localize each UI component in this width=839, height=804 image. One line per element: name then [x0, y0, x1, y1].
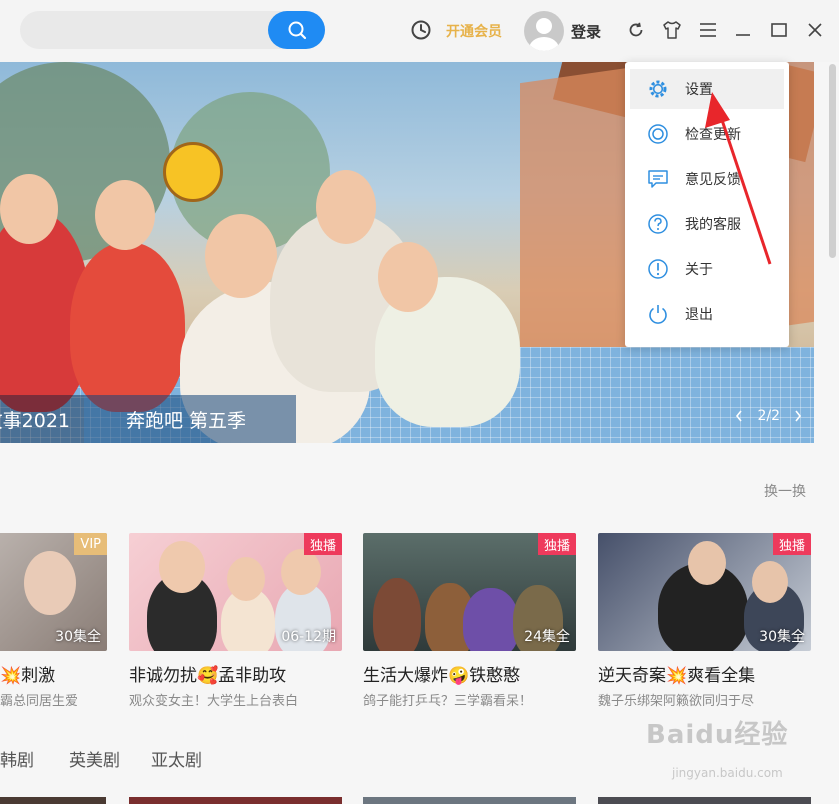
exclusive-badge: 独播	[537, 533, 576, 555]
banner-caption-prev[interactable]: 故事2021	[0, 395, 84, 443]
exclusive-badge: 独播	[303, 533, 342, 555]
banner-page-indicator: 2/2	[757, 408, 780, 424]
banner-pager: 2/2	[735, 408, 802, 424]
minimize-icon	[736, 34, 750, 36]
update-icon	[646, 122, 670, 146]
maximize-button[interactable]	[767, 18, 791, 42]
video-subtitle: 观众变女主！大学生上台表白	[129, 694, 299, 709]
menu-item-customer-service[interactable]: 我的客服	[630, 204, 784, 244]
feedback-icon	[646, 167, 670, 191]
close-icon	[808, 23, 822, 37]
cast-member-head	[205, 214, 277, 298]
episode-count: 24集全	[524, 629, 570, 645]
login-link[interactable]: 登录	[571, 21, 601, 42]
video-thumbnail-partial[interactable]	[129, 797, 342, 804]
menu-item-label: 退出	[685, 307, 713, 323]
refresh-icon	[629, 22, 643, 37]
info-icon	[646, 257, 670, 281]
top-bar: 开通会员 登录	[0, 0, 839, 62]
video-thumbnail[interactable]: 独播 06-12期	[129, 533, 342, 651]
menu-item-settings[interactable]: 设置	[630, 69, 784, 109]
menu-item-exit[interactable]: 退出	[630, 294, 784, 334]
episode-count: 30集全	[55, 629, 101, 645]
thumbnail-person	[373, 578, 421, 651]
video-card[interactable]: 独播 06-12期 非诚勿扰🥰孟非助攻 观众变女主！大学生上台表白	[129, 533, 342, 709]
menu-item-check-update[interactable]: 检查更新	[630, 114, 784, 154]
hamburger-icon	[700, 23, 716, 37]
video-card[interactable]: 独播 30集全 逆天奇案💥爽看全集 魏子乐绑架阿籁欲同归于尽	[598, 533, 811, 709]
gear-icon	[646, 77, 670, 101]
banner-caption-current[interactable]: 奔跑吧 第五季	[84, 395, 296, 443]
video-title[interactable]: 💥刺激	[0, 661, 107, 686]
cast-member-head	[378, 242, 438, 312]
menu-item-label: 设置	[685, 82, 713, 98]
minimize-button[interactable]	[731, 18, 755, 42]
thumbnail-person	[24, 551, 76, 615]
chevron-left-icon[interactable]	[735, 410, 743, 422]
menu-item-label: 意见反馈	[685, 172, 741, 188]
scrollbar-thumb[interactable]	[829, 64, 836, 258]
search-input[interactable]	[20, 11, 325, 49]
close-button[interactable]	[803, 18, 827, 42]
video-subtitle: 鸽子能打乒乓？三学霸看呆！	[363, 694, 533, 709]
app-window: 开通会员 登录 事2021 奔跑吧 第五季 2/2 换一换 VIP 30集全 💥…	[0, 0, 839, 804]
video-card[interactable]: VIP 30集全 💥刺激 霸总同居生爱	[0, 533, 107, 709]
cast-member-head	[0, 174, 58, 244]
menu-item-feedback[interactable]: 意见反馈	[630, 159, 784, 199]
cast-member-head	[316, 170, 376, 244]
video-card[interactable]: 独播 24集全 生活大爆炸🤪铁憨憨 鸽子能打乒乓？三学霸看呆！	[363, 533, 576, 709]
category-tab-jp-kr[interactable]: 日韩剧	[0, 746, 34, 771]
chevron-right-icon[interactable]	[794, 410, 802, 422]
video-thumbnail[interactable]: VIP 30集全	[0, 533, 107, 651]
video-title[interactable]: 逆天奇案💥爽看全集	[598, 661, 811, 686]
menu-button[interactable]	[696, 18, 720, 42]
search-button[interactable]	[268, 11, 325, 49]
video-title[interactable]: 非诚勿扰🥰孟非助攻	[129, 661, 342, 686]
video-subtitle: 霸总同居生爱	[0, 694, 79, 709]
thumbnail-person-head	[159, 541, 205, 593]
thumbnail-person-head	[688, 541, 726, 585]
cast-member	[70, 242, 185, 412]
menu-item-about[interactable]: 关于	[630, 249, 784, 289]
thumbnail-person-head	[227, 557, 265, 601]
sun-sticker	[163, 142, 223, 202]
menu-item-label: 关于	[685, 262, 713, 278]
open-vip-link[interactable]: 开通会员	[446, 21, 502, 41]
category-tab-us-uk[interactable]: 英美剧	[69, 746, 120, 771]
episode-count: 06-12期	[281, 629, 336, 645]
shirt-icon	[663, 21, 681, 39]
power-icon	[646, 302, 670, 326]
video-subtitle: 魏子乐绑架阿籁欲同归于尽	[598, 694, 755, 709]
user-icon	[529, 18, 559, 51]
video-thumbnail-partial[interactable]	[0, 797, 106, 804]
menu-item-label: 检查更新	[685, 127, 741, 143]
maximize-icon	[771, 23, 787, 37]
refresh-button[interactable]	[624, 18, 648, 42]
menu-item-label: 我的客服	[685, 217, 741, 233]
category-tab-asia-pacific[interactable]: 亚太剧	[151, 746, 202, 771]
watermark-brand: Baidu经验	[646, 720, 789, 750]
refresh-recommendations-link[interactable]: 换一换	[764, 481, 806, 501]
skin-button[interactable]	[660, 18, 684, 42]
history-icon[interactable]	[410, 19, 432, 41]
avatar[interactable]	[524, 11, 564, 51]
video-thumbnail[interactable]: 独播 30集全	[598, 533, 811, 651]
thumbnail-person	[463, 588, 519, 651]
search-icon	[288, 21, 306, 40]
help-icon	[646, 212, 670, 236]
video-thumbnail-partial[interactable]	[598, 797, 811, 804]
video-title[interactable]: 生活大爆炸🤪铁憨憨	[363, 661, 576, 686]
cast-member-head	[95, 180, 155, 250]
exclusive-badge: 独播	[772, 533, 811, 555]
video-thumbnail-partial[interactable]	[363, 797, 576, 804]
thumbnail-person-head	[281, 549, 321, 595]
video-thumbnail[interactable]: 独播 24集全	[363, 533, 576, 651]
vip-badge: VIP	[74, 533, 107, 555]
thumbnail-person-head	[752, 561, 788, 603]
main-dropdown-menu: 设置 检查更新 意见反馈 我的客服 关于 退出	[625, 62, 789, 347]
watermark-url: jingyan.baidu.com	[672, 766, 783, 780]
episode-count: 30集全	[759, 629, 805, 645]
